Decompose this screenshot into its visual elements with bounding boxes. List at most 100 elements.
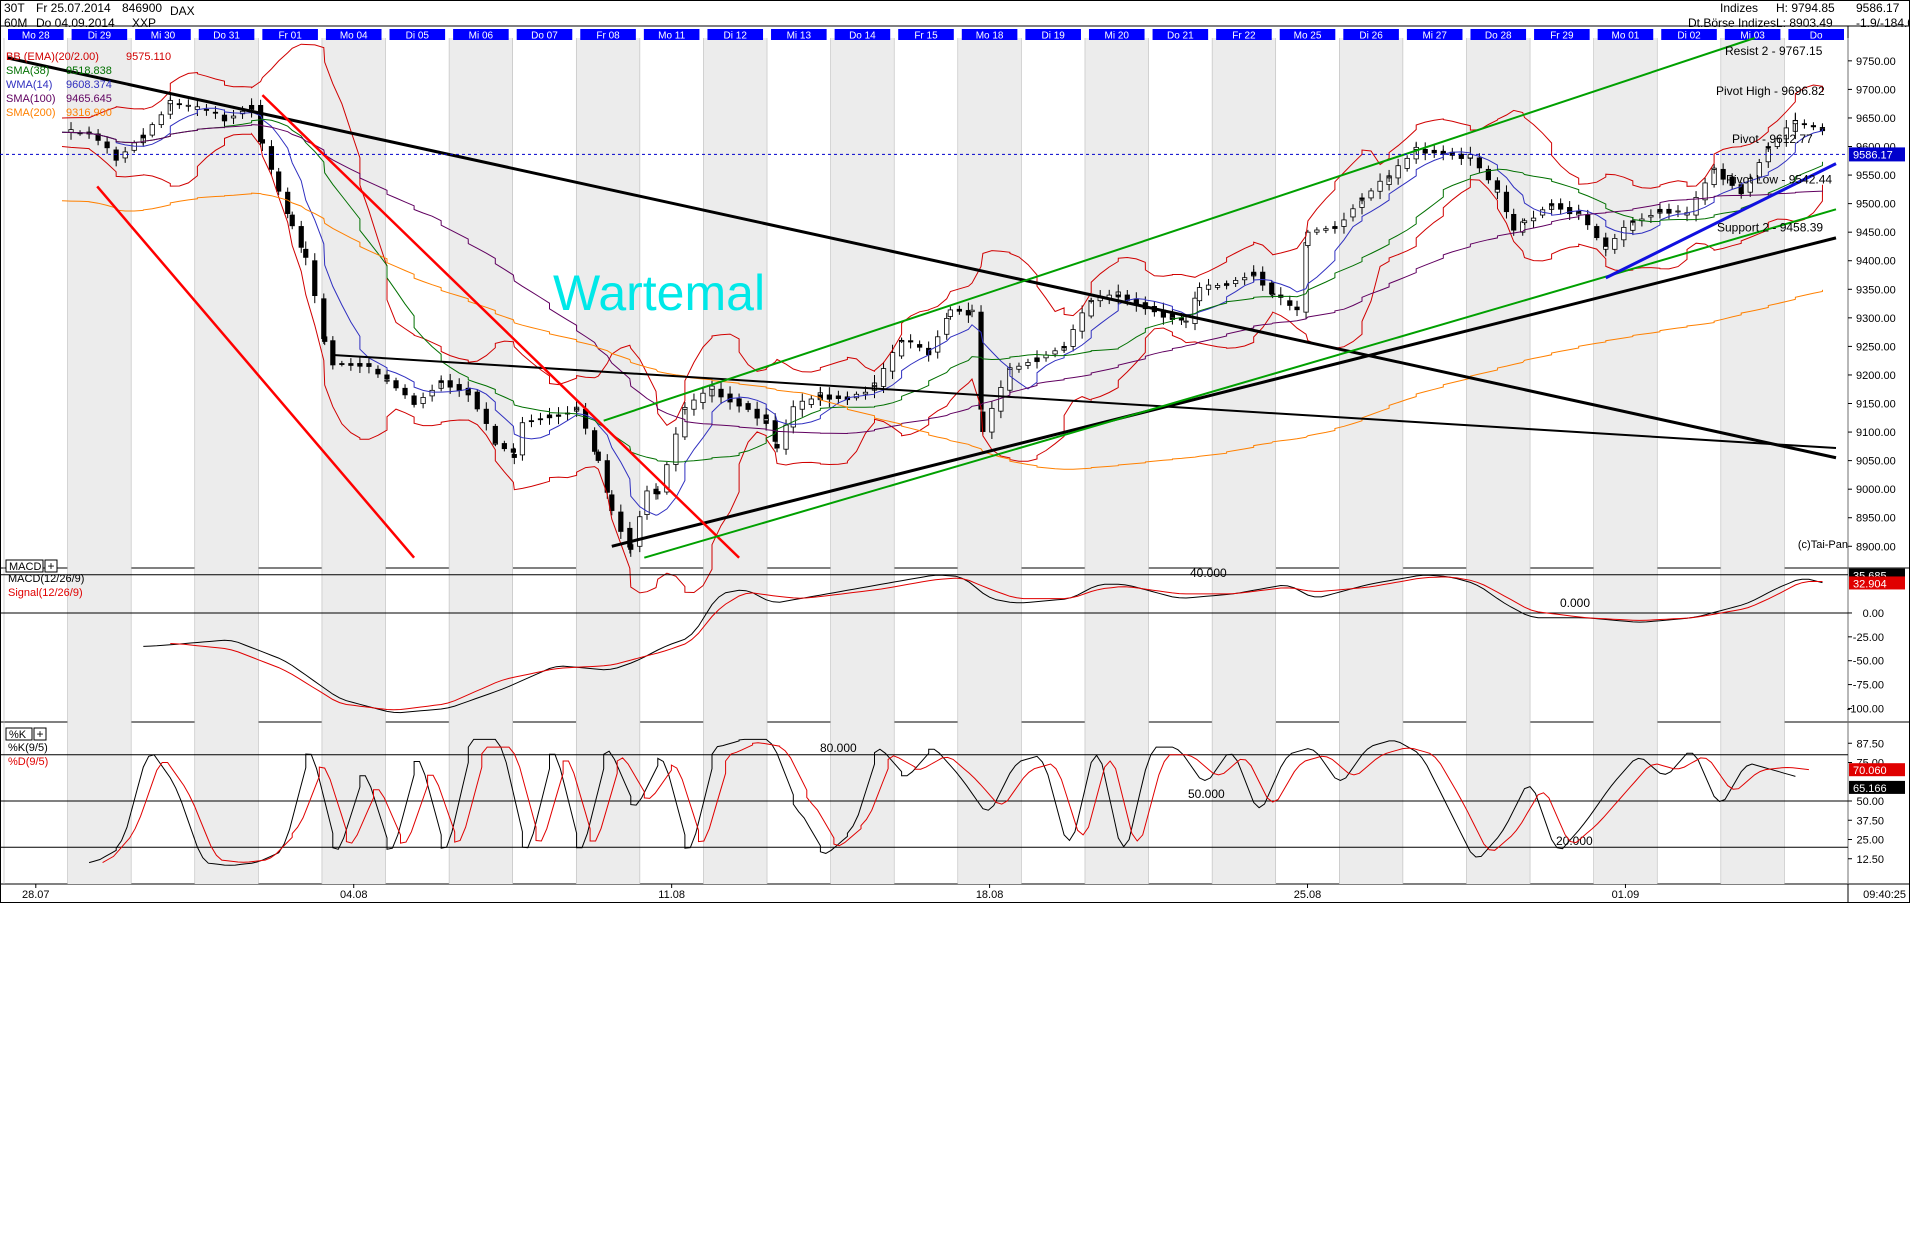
candle-body: [303, 248, 309, 258]
candle-body: [592, 430, 598, 452]
date-band-label: Mi 06: [469, 31, 494, 42]
candle-body: [956, 308, 962, 312]
candle-body: [528, 420, 535, 423]
candle-body: [1657, 208, 1663, 213]
candle-body: [149, 124, 155, 136]
candle-body: [492, 442, 498, 445]
candle-body: [1260, 271, 1266, 286]
candle-body: [763, 418, 769, 422]
candle-body: [1368, 190, 1374, 199]
stoch-last-label: 65.166: [1853, 783, 1887, 795]
stoch-level-label: 80.000: [820, 741, 857, 755]
candle-body: [604, 460, 610, 493]
candle-body: [1476, 157, 1482, 169]
candle-body: [573, 408, 580, 411]
candle-body: [1612, 238, 1618, 250]
candle-body: [212, 111, 219, 114]
macd-signal-legend: Signal(12/26/9): [8, 587, 83, 599]
candle-body: [1630, 220, 1636, 223]
candle-body: [1169, 316, 1176, 319]
candle-body: [519, 422, 526, 456]
candle-body: [1314, 229, 1320, 233]
candle-body: [1196, 287, 1203, 302]
candle-body: [1115, 294, 1121, 297]
candle-body: [1224, 283, 1230, 285]
x-axis-label: 25.08: [1294, 889, 1322, 901]
candle-body: [113, 157, 119, 161]
candle-body: [799, 400, 805, 410]
candle-body: [1511, 213, 1517, 231]
candle-body: [736, 403, 742, 407]
candle-body: [501, 443, 507, 450]
candle-body: [1242, 277, 1248, 281]
candle-body: [862, 391, 869, 395]
candle-body: [366, 363, 372, 367]
candle-body: [935, 336, 941, 353]
candle-body: [1386, 176, 1392, 179]
candle-body: [546, 414, 553, 419]
day-shade: [1466, 38, 1531, 884]
candle-body: [1494, 189, 1501, 193]
candle-body: [393, 380, 399, 389]
stoch-y-tick-label: 37.50: [1856, 815, 1884, 827]
date-band-label: Di 29: [88, 31, 112, 42]
candle-body: [104, 141, 110, 149]
price-y-tick-label: 9700.00: [1856, 84, 1896, 96]
candle-body: [718, 388, 724, 398]
candle-body: [655, 491, 661, 495]
candle-body: [989, 407, 995, 433]
candle-body: [1205, 284, 1212, 290]
indicator-legend-label: WMA(14): [6, 79, 52, 91]
date-band-label: Do 28: [1485, 31, 1512, 42]
x-axis-label: 18.08: [976, 889, 1004, 901]
candle-body: [1061, 346, 1067, 349]
day-shade: [1720, 38, 1785, 884]
price-y-tick-label: 9550.00: [1856, 170, 1896, 182]
candle-body: [595, 451, 601, 461]
candle-body: [1270, 293, 1276, 296]
candle-body: [339, 363, 345, 365]
candle-body: [429, 389, 435, 397]
date-band-label: Mi 30: [151, 31, 176, 42]
date-band-label: Di 05: [406, 31, 430, 42]
candle-body: [1287, 300, 1293, 306]
candle-body: [1183, 320, 1189, 323]
candle-body: [1440, 151, 1446, 154]
candle-body: [1377, 180, 1383, 192]
candle-body: [510, 448, 516, 453]
candle-body: [947, 309, 953, 317]
pivot-label: Pivot - 9612.77: [1732, 132, 1813, 146]
candle-body: [1585, 214, 1591, 226]
price-y-tick-label: 9500.00: [1856, 199, 1896, 211]
macd-legend: MACD(12/26/9): [8, 573, 84, 585]
dax-chart[interactable]: Mo 28 Di 29 Mi 30 Do 31 Fr 01 Mo 04 Di 05 Mi 06…: [0, 0, 1910, 1257]
candle-body: [1052, 350, 1058, 355]
candle-body: [438, 380, 444, 383]
candle-body: [1521, 220, 1528, 224]
candle-body: [700, 392, 706, 403]
candle-body: [1088, 300, 1094, 302]
candle-body: [411, 403, 417, 405]
date-band-label: Mi 20: [1105, 31, 1130, 42]
candle-body: [1801, 123, 1807, 126]
candle-body: [1332, 226, 1338, 229]
candle-body: [122, 151, 128, 159]
indicator-legend-label: BB (EMA)(20/2.00): [6, 51, 99, 63]
candle-body: [447, 380, 453, 388]
candle-body: [158, 114, 164, 126]
price-y-tick-label: 9100.00: [1856, 427, 1896, 439]
date-band-label: Fr 15: [914, 31, 938, 42]
pivot-label: Resist 2 - 9767.15: [1725, 44, 1823, 58]
candle-body: [1395, 165, 1401, 179]
date-band-label: Mo 04: [340, 31, 368, 42]
indicator-legend-value: 9608.374: [66, 79, 112, 91]
x-axis-label: 04.08: [340, 889, 368, 901]
candle-body: [474, 391, 480, 410]
macd-legend-box-label: MACD: [9, 561, 41, 573]
price-y-tick-label: 9400.00: [1856, 256, 1896, 268]
candle-body: [673, 433, 679, 465]
candle-body: [384, 379, 390, 382]
indicator-legend-value: 9316.900: [66, 107, 112, 119]
date-band-label: Mi 27: [1422, 31, 1447, 42]
indicator-legend-label: SMA(38): [6, 65, 49, 77]
